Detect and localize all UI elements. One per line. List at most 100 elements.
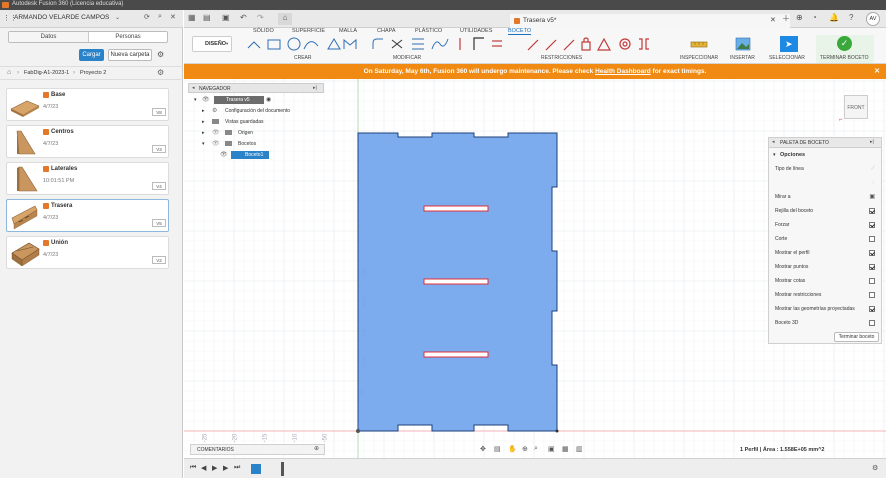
palette-row-grid[interactable]: Rejilla del boceto [775, 205, 875, 217]
expand-icon[interactable]: ▸ [202, 106, 205, 116]
sketch-profile[interactable] [352, 127, 562, 437]
construction-line-icon[interactable]: ⟋ [871, 163, 875, 175]
show-dimensions-checkbox[interactable] [869, 278, 875, 284]
file-card-base[interactable]: Base 4/7/23 V8 [6, 88, 169, 121]
close-banner-icon[interactable]: ✕ [874, 64, 880, 79]
tab-datos[interactable]: Datos [9, 32, 88, 42]
tab-sketch[interactable]: BOCETO [508, 28, 532, 35]
load-button[interactable]: Cargar [79, 49, 104, 61]
breadcrumb-item-project[interactable]: FabDig-A1-2023-1 [24, 70, 69, 76]
navigator-header[interactable]: ◂ NAVEGADOR ▸| [188, 83, 324, 93]
redo-icon[interactable]: ↷ [257, 13, 264, 22]
expand-icon[interactable]: ▾ [773, 152, 776, 158]
palette-row-projected[interactable]: Mostrar las geometrías proyectadas [775, 303, 875, 315]
chevron-down-icon[interactable]: ⌄ [115, 14, 120, 21]
root-component[interactable]: Trasera v5 [214, 96, 264, 104]
undo-icon[interactable]: ↶ [240, 13, 247, 22]
file-card-union[interactable]: Unión 4/7/23 V2 [6, 236, 169, 269]
user-name[interactable]: ARMANDO VELARDE CAMPOS [14, 14, 109, 21]
show-constraints-checkbox[interactable] [869, 292, 875, 298]
timeline-settings-icon[interactable]: ⚙ [872, 464, 878, 472]
expand-icon[interactable]: ▾ [202, 139, 205, 149]
document-tab[interactable]: Trasera v5* ✕ [510, 14, 790, 28]
look-at-icon[interactable]: ▣ [869, 191, 875, 203]
help-icon[interactable]: ? [849, 13, 853, 22]
tab-solid[interactable]: SÓLIDO [253, 28, 274, 34]
refresh-icon[interactable]: ⟳ [144, 13, 150, 21]
zoom-window-icon[interactable]: ⌕ [534, 445, 538, 453]
navigator-item[interactable]: ▸ ⚙ Configuración del documento [188, 106, 328, 116]
create-menu[interactable]: CREAR [294, 55, 312, 61]
zoom-icon[interactable]: ⊕ [522, 445, 528, 453]
palette-row-dimensions[interactable]: Mostrar cotas [775, 275, 875, 287]
visibility-icon[interactable]: 👁 [220, 150, 228, 160]
palette-row-constraints[interactable]: Mostrar restricciones [775, 289, 875, 301]
file-card-trasera[interactable]: Trasera 4/7/23 V5 [6, 199, 169, 232]
version-badge[interactable]: V8 [152, 108, 166, 116]
snap-checkbox[interactable] [869, 222, 875, 228]
insert-menu[interactable]: INSERTAR [730, 55, 755, 61]
comments-panel[interactable]: COMENTARIOS [190, 444, 325, 455]
rewind-icon[interactable]: ⏮ [190, 464, 196, 472]
finish-sketch-button[interactable]: ✓ TERMINAR BOCETO [816, 35, 874, 63]
palette-row-lookat[interactable]: Mirar a ▣ [775, 191, 875, 203]
close-tab-icon[interactable]: ✕ [770, 16, 776, 24]
fast-forward-icon[interactable]: ⏭ [234, 464, 240, 472]
home-icon[interactable]: ⌂ [7, 69, 11, 76]
sketch-grid-checkbox[interactable] [869, 208, 875, 214]
navigator-item[interactable]: ▾ 👁 Bocetos [188, 139, 328, 149]
palette-menu-icon[interactable]: ▸| [870, 139, 874, 145]
home-icon[interactable]: ⌂ [278, 13, 292, 25]
tab-plastic[interactable]: PLÁSTICO [415, 28, 442, 34]
finish-sketch-palette-button[interactable]: Terminar boceto [834, 332, 879, 342]
step-back-icon[interactable]: ◀ [201, 464, 206, 472]
palette-row-slice[interactable]: Corte [775, 233, 875, 245]
version-badge[interactable]: V5 [152, 219, 166, 227]
tab-surface[interactable]: SUPERFICIE [292, 28, 325, 34]
centerline-icon[interactable]: ◌ [871, 177, 875, 189]
add-comment-icon[interactable]: ⊕ [314, 445, 319, 452]
breadcrumb-item-folder[interactable]: Proyecto 2 [80, 70, 106, 76]
tab-utilities[interactable]: UTILIDADES [460, 28, 492, 34]
viewcube[interactable]: FRONT [844, 95, 868, 119]
settings-icon[interactable]: ⚙ [157, 68, 164, 77]
version-badge[interactable]: V2 [152, 256, 166, 264]
notifications-icon[interactable]: 🔔 [829, 13, 839, 22]
save-icon[interactable]: ▣ [222, 13, 230, 22]
file-card-centros[interactable]: Centros 4/7/23 V3 [6, 125, 169, 158]
new-folder-button[interactable]: Nueva carpeta [108, 49, 152, 61]
palette-row-profile[interactable]: Mostrar el perfil [775, 247, 875, 259]
version-badge[interactable]: V3 [152, 145, 166, 153]
palette-row-snap[interactable]: Forzar [775, 219, 875, 231]
visibility-icon[interactable]: 👁 [202, 95, 210, 105]
file-card-laterales[interactable]: Laterales 10:01:51 PM V4 [6, 162, 169, 195]
tab-sheet-metal[interactable]: CHAPA [377, 28, 396, 34]
expand-icon[interactable]: ▾ [194, 95, 197, 105]
timeline-sketch-feature[interactable] [251, 464, 261, 474]
slice-checkbox[interactable] [869, 236, 875, 242]
play-icon[interactable]: ▶ [212, 464, 217, 472]
sketch-3d-checkbox[interactable] [869, 320, 875, 326]
palette-row-points[interactable]: Mostrar puntos [775, 261, 875, 273]
workspace-dropdown[interactable]: DISEÑO ▾ [192, 36, 232, 52]
viewports-icon[interactable]: ▥ [576, 445, 583, 453]
navigator-item[interactable]: ▸ 👁 Origen [188, 128, 328, 138]
insert-image-icon[interactable] [734, 36, 752, 52]
inspect-menu[interactable]: INSPECCIONAR [680, 55, 718, 61]
file-menu-icon[interactable]: ▤ [203, 13, 211, 22]
display-settings-icon[interactable]: ▣ [548, 445, 555, 453]
show-profile-checkbox[interactable] [869, 250, 875, 256]
extensions-icon[interactable]: ⊕ [796, 13, 803, 22]
look-at-icon[interactable]: ▤ [494, 445, 501, 453]
expand-icon[interactable]: ▸ [202, 128, 205, 138]
tab-mesh[interactable]: MALLA [339, 28, 357, 34]
pan-icon[interactable]: ✋ [508, 445, 517, 453]
version-badge[interactable]: V4 [152, 182, 166, 190]
select-menu[interactable]: SELECCIONAR [769, 55, 805, 61]
show-points-checkbox[interactable] [869, 264, 875, 270]
show-projected-checkbox[interactable] [869, 306, 875, 312]
collapse-icon[interactable]: ◂ [772, 139, 775, 145]
health-dashboard-link[interactable]: Health Dashboard [595, 68, 651, 75]
grid-settings-icon[interactable]: ▦ [562, 445, 569, 453]
gear-icon[interactable]: ⚙ [157, 50, 164, 59]
